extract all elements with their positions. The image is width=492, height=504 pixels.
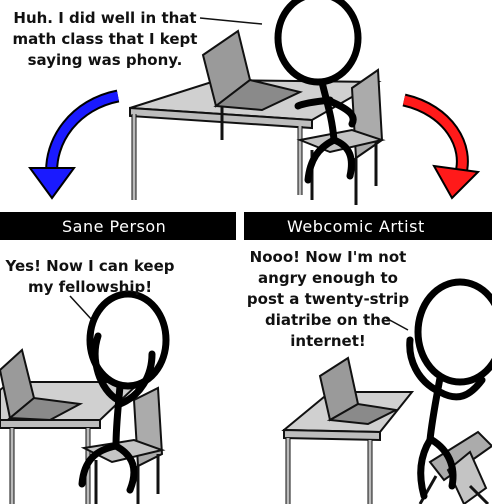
speech-pointer bbox=[199, 17, 263, 25]
caption-line: my fellowship! bbox=[27, 278, 153, 296]
webcomic-speech-caption: Nooo! Now I'm not angry enough to post a… bbox=[240, 247, 416, 352]
caption-line: diatribe on the bbox=[264, 311, 392, 329]
top-speech-caption: Huh. I did well in that math class that … bbox=[10, 8, 200, 71]
sane-speech-caption: Yes! Now I can keep my fellowship! bbox=[4, 256, 176, 298]
webcomic-artist-label: Webcomic Artist bbox=[287, 217, 425, 236]
speech-pointer bbox=[69, 295, 93, 321]
figure-head bbox=[414, 278, 492, 386]
figure-head bbox=[274, 0, 362, 86]
sane-person-label: Sane Person bbox=[62, 217, 167, 236]
caption-line: internet! bbox=[290, 332, 366, 350]
left-panel-scene bbox=[0, 290, 170, 504]
caption-line: Huh. I did well in that bbox=[13, 9, 197, 27]
caption-line: Yes! Now I can keep bbox=[5, 257, 175, 275]
caption-line: Nooo! Now I'm not bbox=[249, 248, 407, 266]
stick-figure bbox=[406, 278, 492, 500]
caption-line: saying was phony. bbox=[27, 51, 183, 69]
caption-line: post a twenty-strip bbox=[246, 290, 410, 308]
caption-line: math class that I kept bbox=[12, 30, 198, 48]
arrow-to-sane bbox=[28, 89, 120, 200]
caption-line: angry enough to bbox=[258, 269, 398, 287]
divider-gap bbox=[236, 212, 244, 240]
arrow-to-webcomic bbox=[402, 93, 481, 200]
